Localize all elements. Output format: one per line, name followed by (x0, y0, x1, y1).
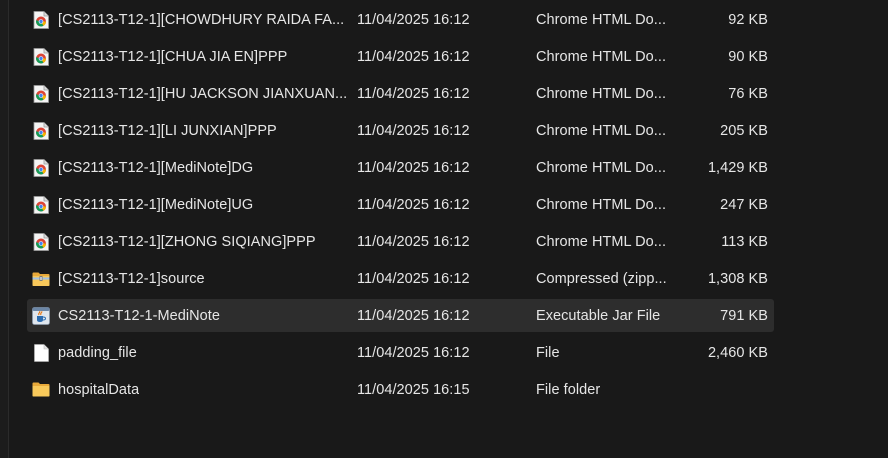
file-name: hospitalData (58, 381, 140, 398)
blank-file-icon (32, 343, 50, 362)
file-size: 1,429 KB (707, 159, 768, 176)
file-name: [CS2113-T12-1][MediNote]DG (58, 159, 254, 176)
name-cell: [CS2113-T12-1][LI JUNXIAN]PPP (27, 121, 357, 140)
date-modified: 11/04/2025 16:12 (357, 85, 470, 102)
file-type: Chrome HTML Do... (536, 159, 667, 176)
file-name: CS2113-T12-1-MediNote (58, 307, 220, 324)
date-modified: 11/04/2025 16:12 (357, 196, 470, 213)
file-type: Chrome HTML Do... (536, 85, 667, 102)
date-modified: 11/04/2025 16:12 (357, 48, 470, 65)
file-type: Chrome HTML Do... (536, 122, 667, 139)
file-name: [CS2113-T12-1][HU JACKSON JIANXUAN... (58, 85, 348, 102)
file-size: 90 KB (728, 48, 768, 65)
file-size: 247 KB (720, 196, 768, 213)
date-modified: 11/04/2025 16:12 (357, 344, 470, 361)
file-size: 92 KB (728, 11, 768, 28)
chrome-html-icon (32, 10, 50, 29)
name-cell: [CS2113-T12-1][HU JACKSON JIANXUAN... (27, 84, 357, 103)
file-size: 205 KB (720, 122, 768, 139)
file-size: 76 KB (728, 85, 768, 102)
file-explorer-pane: [CS2113-T12-1][CHOWDHURY RAIDA FA... 11/0… (0, 0, 888, 458)
file-type: Chrome HTML Do... (536, 11, 667, 28)
name-cell: hospitalData (27, 381, 357, 399)
file-row[interactable]: [CS2113-T12-1][MediNote]UG 11/04/2025 16:… (27, 186, 774, 223)
file-row[interactable]: [CS2113-T12-1]source 11/04/2025 16:12 Comp… (27, 260, 774, 297)
file-type: File (536, 344, 560, 361)
name-cell: CS2113-T12-1-MediNote (27, 306, 357, 325)
file-size: 2,460 KB (707, 344, 768, 361)
date-modified: 11/04/2025 16:12 (357, 270, 470, 287)
file-size: 791 KB (720, 307, 768, 324)
file-type: Compressed (zipp... (536, 270, 667, 287)
file-type: File folder (536, 381, 601, 398)
file-row[interactable]: CS2113-T12-1-MediNote 11/04/2025 16:12 Exe… (27, 299, 774, 332)
file-type: Executable Jar File (536, 307, 661, 324)
chrome-html-icon (32, 158, 50, 177)
date-modified: 11/04/2025 16:15 (357, 381, 470, 398)
file-size: 1,308 KB (707, 270, 768, 287)
file-name: [CS2113-T12-1][CHOWDHURY RAIDA FA... (58, 11, 345, 28)
file-row[interactable]: hospitalData 11/04/2025 16:15 File folder (27, 371, 774, 408)
file-name: [CS2113-T12-1][CHUA JIA EN]PPP (58, 48, 288, 65)
zip-folder-icon (32, 270, 50, 288)
file-type: Chrome HTML Do... (536, 48, 667, 65)
chrome-html-icon (32, 195, 50, 214)
date-modified: 11/04/2025 16:12 (357, 307, 470, 324)
chrome-html-icon (32, 121, 50, 140)
name-cell: [CS2113-T12-1][MediNote]DG (27, 158, 357, 177)
file-name: [CS2113-T12-1]source (58, 270, 205, 287)
date-modified: 11/04/2025 16:12 (357, 122, 470, 139)
file-list: [CS2113-T12-1][CHOWDHURY RAIDA FA... 11/0… (27, 1, 774, 408)
file-size: 113 KB (721, 233, 768, 250)
file-name: padding_file (58, 344, 137, 361)
name-cell: [CS2113-T12-1][MediNote]UG (27, 195, 357, 214)
java-jar-icon (32, 306, 50, 325)
file-name: [CS2113-T12-1][MediNote]UG (58, 196, 254, 213)
file-row[interactable]: [CS2113-T12-1][MediNote]DG 11/04/2025 16:… (27, 149, 774, 186)
file-row[interactable]: [CS2113-T12-1][LI JUNXIAN]PPP 11/04/2025 … (27, 112, 774, 149)
date-modified: 11/04/2025 16:12 (357, 233, 470, 250)
file-row[interactable]: [CS2113-T12-1][CHOWDHURY RAIDA FA... 11/0… (27, 1, 774, 38)
file-name: [CS2113-T12-1][LI JUNXIAN]PPP (58, 122, 277, 139)
chrome-html-icon (32, 232, 50, 251)
date-modified: 11/04/2025 16:12 (357, 11, 470, 28)
name-cell: padding_file (27, 343, 357, 362)
file-type: Chrome HTML Do... (536, 233, 667, 250)
chrome-html-icon (32, 47, 50, 66)
folder-icon (32, 381, 50, 399)
navigation-pane-edge (0, 0, 9, 458)
name-cell: [CS2113-T12-1][CHUA JIA EN]PPP (27, 47, 357, 66)
date-modified: 11/04/2025 16:12 (357, 159, 470, 176)
name-cell: [CS2113-T12-1][ZHONG SIQIANG]PPP (27, 232, 357, 251)
file-row[interactable]: padding_file 11/04/2025 16:12 File 2,460 KB (27, 334, 774, 371)
name-cell: [CS2113-T12-1][CHOWDHURY RAIDA FA... (27, 10, 357, 29)
file-row[interactable]: [CS2113-T12-1][HU JACKSON JIANXUAN... 11/… (27, 75, 774, 112)
file-type: Chrome HTML Do... (536, 196, 667, 213)
file-name: [CS2113-T12-1][ZHONG SIQIANG]PPP (58, 233, 316, 250)
file-row[interactable]: [CS2113-T12-1][ZHONG SIQIANG]PPP 11/04/20… (27, 223, 774, 260)
file-row[interactable]: [CS2113-T12-1][CHUA JIA EN]PPP 11/04/2025… (27, 38, 774, 75)
name-cell: [CS2113-T12-1]source (27, 270, 357, 288)
chrome-html-icon (32, 84, 50, 103)
